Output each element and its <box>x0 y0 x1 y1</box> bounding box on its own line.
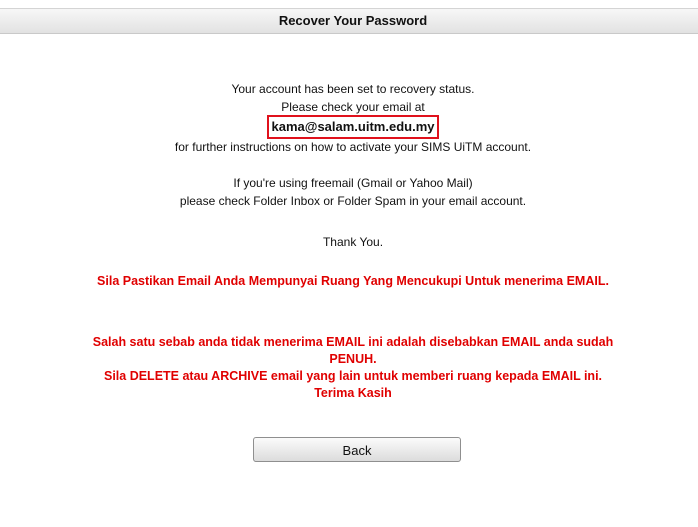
page-title: Recover Your Password <box>278 13 428 28</box>
message-line: Please check your email at <box>281 100 425 114</box>
thanks-label: Thank You. <box>322 235 384 249</box>
notice-line: Salah satu sebab anda tidak menerima EMA… <box>92 335 614 349</box>
notice-line: Sila DELETE atau ARCHIVE email yang lain… <box>103 369 603 383</box>
freemail-message: If you're using freemail (Gmail or Yahoo… <box>0 174 698 210</box>
email-full-notice: Salah satu sebab anda tidak menerima EMA… <box>0 334 698 402</box>
notice-line: PENUH. <box>329 352 377 366</box>
message-line: for further instructions on how to activ… <box>174 140 532 154</box>
message-line: Your account has been set to recovery st… <box>231 82 475 96</box>
email-address: kama@salam.uitm.edu.my <box>266 115 440 139</box>
message-line: please check Folder Inbox or Folder Spam… <box>179 194 527 208</box>
recovery-message: Your account has been set to recovery st… <box>0 80 698 156</box>
email-space-notice: Sila Pastikan Email Anda Mempunyai Ruang… <box>0 273 698 290</box>
notice-line: Sila Pastikan Email Anda Mempunyai Ruang… <box>97 274 609 288</box>
page-title-bar: Recover Your Password <box>0 8 698 34</box>
back-button[interactable]: Back <box>253 437 461 462</box>
notice-line: Terima Kasih <box>314 386 392 400</box>
thanks-text: Thank You. <box>0 233 698 251</box>
message-line: If you're using freemail (Gmail or Yahoo… <box>233 176 473 190</box>
